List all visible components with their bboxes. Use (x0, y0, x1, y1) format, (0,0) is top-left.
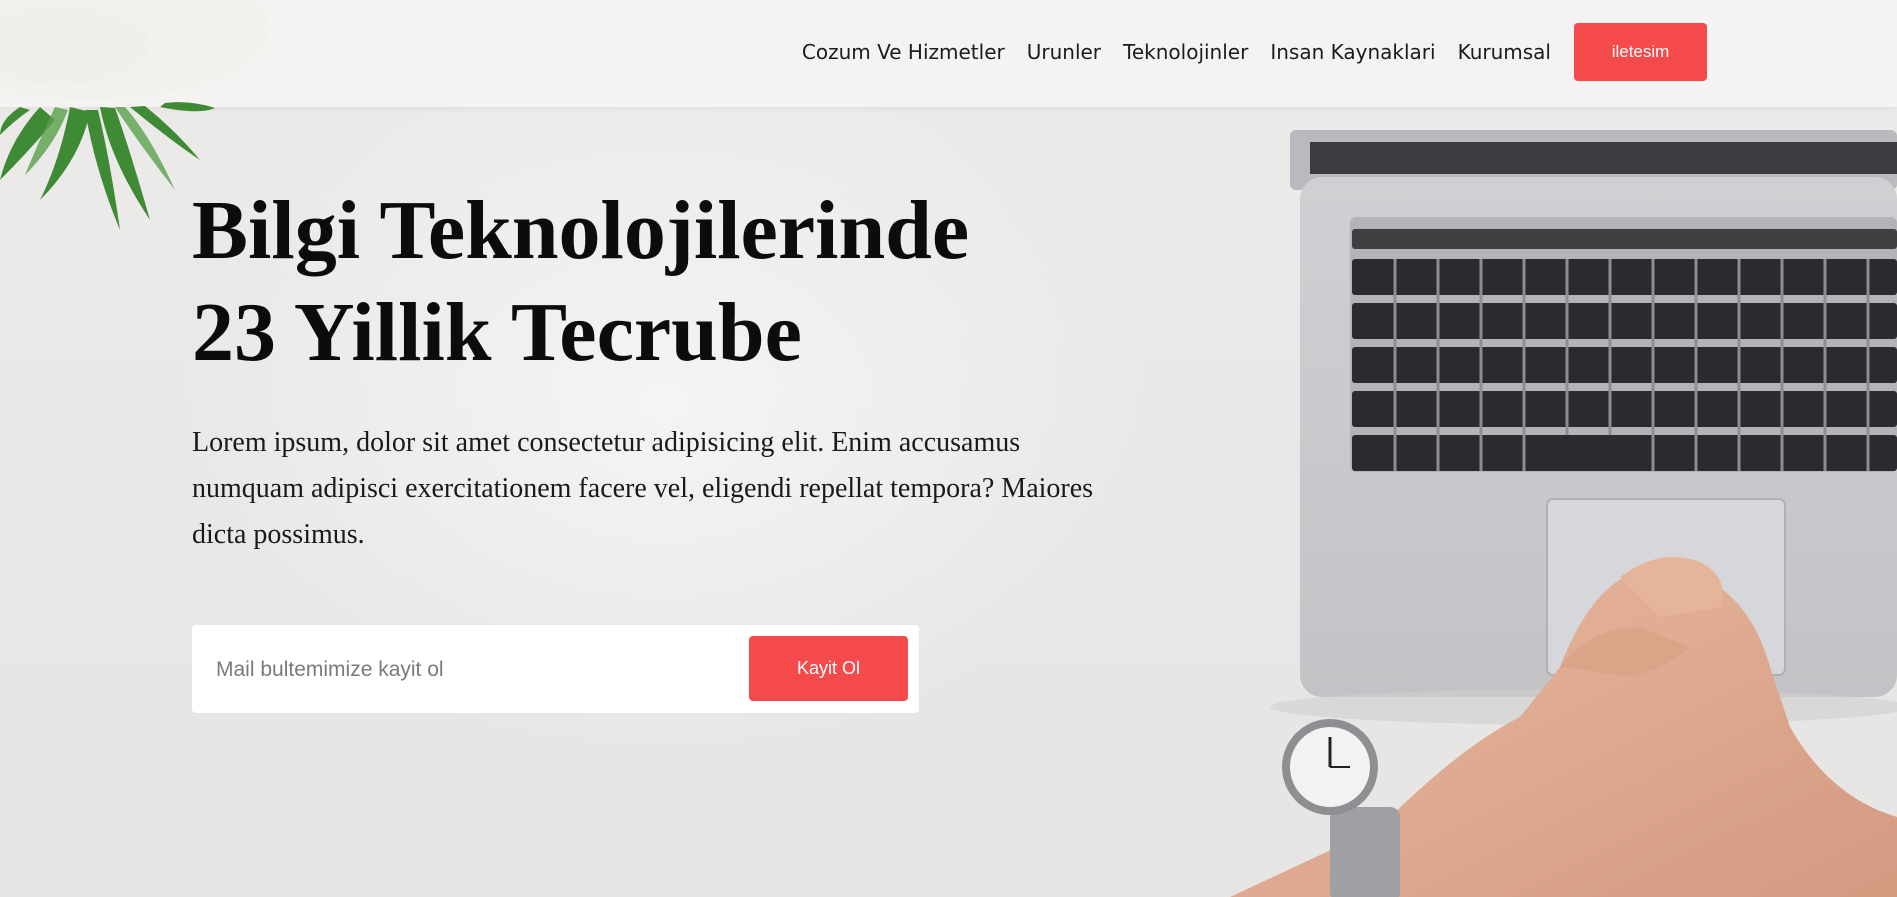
hero-description: Lorem ipsum, dolor sit amet consectetur … (192, 427, 1094, 550)
hero-title-line-2: 23 Yillik Tecrube (192, 286, 802, 379)
nav-item-urunler[interactable]: Urunler (1027, 40, 1101, 64)
subscribe-button[interactable]: Kayit Ol (749, 636, 908, 701)
newsletter-email-input[interactable] (214, 644, 718, 696)
hero-photo (1230, 130, 1897, 897)
hero-title: Bilgi Teknolojilerinde 23 Yillik Tecrube (192, 180, 1092, 384)
main-nav: Cozum Ve Hizmetler Urunler Teknolojinler… (802, 0, 1551, 104)
nav-item-cozum-ve-hizmetler[interactable]: Cozum Ve Hizmetler (802, 40, 1005, 64)
newsletter-form: Kayit Ol (192, 625, 919, 713)
contact-button[interactable]: iletesim (1574, 23, 1707, 81)
nav-item-insan-kaynaklari[interactable]: Insan Kaynaklari (1270, 40, 1435, 64)
navbar: Cozum Ve Hizmetler Urunler Teknolojinler… (0, 0, 1897, 107)
hero-title-line-1: Bilgi Teknolojilerinde (192, 184, 970, 277)
nav-item-teknolojinler[interactable]: Teknolojinler (1123, 40, 1248, 64)
nav-item-kurumsal[interactable]: Kurumsal (1458, 40, 1551, 64)
